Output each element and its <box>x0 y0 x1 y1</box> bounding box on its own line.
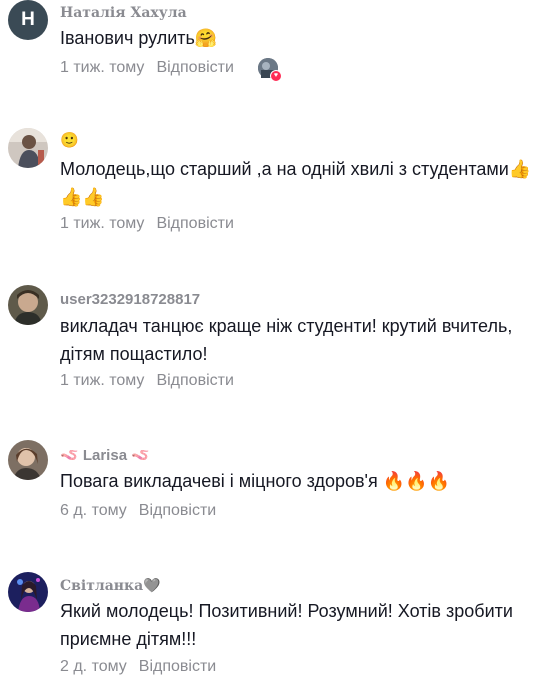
comment-meta: 1 тиж. тому Відповісти <box>60 372 234 390</box>
comment-text: викладач танцює краще ніж студенти! крут… <box>60 312 553 368</box>
comment-username[interactable]: Світланка🩶 <box>60 578 161 594</box>
hug-emoji-icon: 🤗 <box>194 28 218 49</box>
avatar[interactable] <box>8 440 48 480</box>
comment-meta: 1 тиж. тому Відповісти <box>60 59 234 77</box>
comment-meta: 2 д. тому Відповісти <box>60 658 216 676</box>
comment-text: Який молодець! Позитивний! Розумний! Хот… <box>60 597 553 653</box>
comment-text-line: Який молодець! Позитивний! Розумний! Хот… <box>60 601 513 621</box>
creator-liked-avatar: ♥ <box>258 58 282 82</box>
avatar-photo-icon <box>8 440 48 480</box>
comment-text-line: Молодець,що старший ,а на одній хвилі з … <box>60 159 532 179</box>
comment-timestamp: 2 д. тому <box>60 658 127 675</box>
heart-icon: ♥ <box>270 70 282 82</box>
comment-text: Повага викладачеві і міцного здоров'я 🔥🔥… <box>60 471 450 491</box>
comment-text: Іванович рулить🤗 <box>60 24 553 53</box>
comment-text: Молодець,що старший ,а на одній хвилі з … <box>60 155 553 211</box>
avatar-photo-icon <box>8 285 48 325</box>
avatar-photo-icon <box>8 128 48 168</box>
avatar-photo-icon <box>8 572 48 612</box>
comment-text-body: Іванович рулить <box>60 28 195 48</box>
reply-button[interactable]: Відповісти <box>139 658 216 675</box>
comment-text-line: викладач танцює краще ніж студенти! крут… <box>60 316 513 336</box>
avatar[interactable] <box>8 285 48 325</box>
comment-timestamp: 1 тиж. тому <box>60 59 145 76</box>
reply-button[interactable]: Відповісти <box>156 372 233 389</box>
comment-meta: 1 тиж. тому Відповісти <box>60 215 234 233</box>
comment-username[interactable]: 🪱 Larisa 🪱 <box>60 446 150 464</box>
avatar[interactable] <box>8 572 48 612</box>
reply-button[interactable]: Відповісти <box>139 502 216 519</box>
comment-timestamp: 1 тиж. тому <box>60 372 145 389</box>
comment-username[interactable]: 🙂 <box>60 131 79 149</box>
comment-username[interactable]: Наталія Хахула <box>60 5 187 21</box>
comment-username[interactable]: user3232918728817 <box>60 291 200 308</box>
comment-text-line: 👍👍 <box>60 187 105 207</box>
avatar[interactable] <box>8 128 48 168</box>
smile-emoji-icon: 🙂 <box>60 131 79 149</box>
comment-text-line: приємне дітям!!! <box>60 629 197 649</box>
comment-timestamp: 1 тиж. тому <box>60 215 145 232</box>
reply-button[interactable]: Відповісти <box>156 59 233 76</box>
reply-button[interactable]: Відповісти <box>156 215 233 232</box>
comment-timestamp: 6 д. тому <box>60 502 127 519</box>
avatar[interactable]: Н <box>8 0 48 40</box>
comment-meta: 6 д. тому Відповісти <box>60 502 216 520</box>
comment-text-line: дітям пощастило! <box>60 344 208 364</box>
